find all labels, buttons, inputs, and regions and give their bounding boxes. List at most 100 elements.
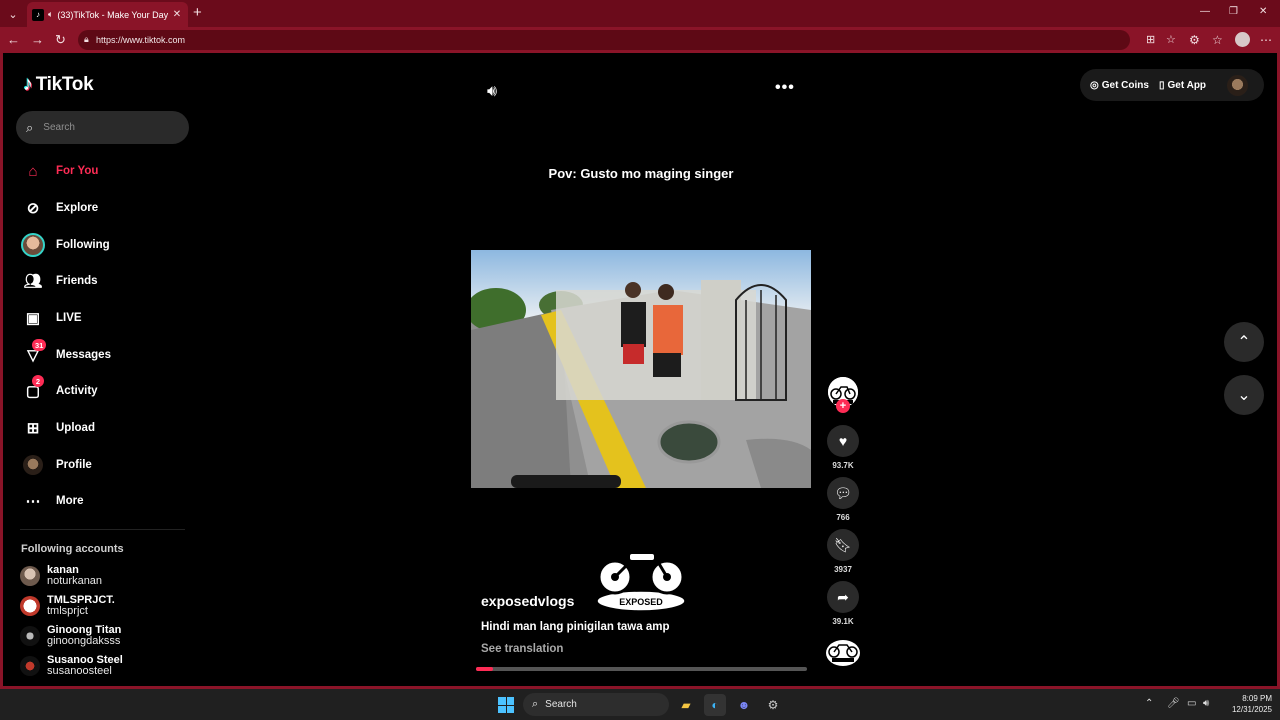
activity-badge: 2 xyxy=(32,375,44,387)
sidebar-item-more[interactable]: ⋯ More xyxy=(20,486,190,516)
video-caption: Pov: Gusto mo maging singer xyxy=(548,166,734,181)
sidebar-item-friends[interactable]: 👥︎ Friends xyxy=(20,266,190,296)
app-icon[interactable]: ⚙ xyxy=(762,694,784,716)
microphone-icon[interactable]: 🎤︎ xyxy=(1167,698,1180,709)
sidebar-item-label: Following xyxy=(56,239,110,251)
system-clock[interactable]: 8:09 PM 12/31/2025 xyxy=(1222,693,1272,715)
url-text: https://www.tiktok.com xyxy=(96,35,186,45)
avatar xyxy=(20,656,40,676)
sidebar-item-label: LIVE xyxy=(56,312,82,324)
video-author[interactable]: exposedvlogs xyxy=(481,593,574,609)
browser-menu-icon[interactable]: ⋯ xyxy=(1260,33,1272,47)
more-options-icon[interactable]: ••• xyxy=(775,79,795,97)
save-count: 3937 xyxy=(834,565,852,574)
browser-profile-avatar[interactable] xyxy=(1235,32,1250,47)
video-progress-bar[interactable] xyxy=(476,667,807,671)
share-icon: ➦ xyxy=(837,588,849,605)
next-video-button[interactable]: ⌄ xyxy=(1224,375,1264,415)
file-explorer-icon[interactable]: ▰ xyxy=(675,694,697,716)
video-player[interactable] xyxy=(471,250,811,488)
friends-icon: 👥︎ xyxy=(23,273,43,290)
back-icon[interactable]: ← xyxy=(7,32,20,48)
taskbar-search[interactable]: ⌕ Search xyxy=(523,693,669,716)
tiktok-favicon-icon: ♪ xyxy=(32,8,44,21)
sidebar-item-live[interactable]: ▣ LIVE xyxy=(20,303,190,333)
forward-icon[interactable]: → xyxy=(31,32,44,48)
get-app-label: Get App xyxy=(1167,79,1207,91)
search-input[interactable] xyxy=(43,122,164,133)
messages-badge: 31 xyxy=(32,339,47,351)
sidebar-item-following[interactable]: Following xyxy=(20,230,190,260)
extensions-icon[interactable]: ⚙ xyxy=(1189,33,1200,47)
search-icon: ⌕ xyxy=(532,698,539,710)
following-account-item[interactable]: Susanoo Steel susanoosteel xyxy=(20,652,190,680)
more-icon: ⋯ xyxy=(25,493,41,510)
coin-icon: ◎ xyxy=(1090,79,1099,91)
account-handle: susanoosteel xyxy=(47,665,112,677)
search-icon[interactable]: ⌕ xyxy=(26,120,33,136)
comment-count: 766 xyxy=(836,513,850,522)
sidebar-item-label: Messages xyxy=(56,349,111,361)
sidebar-item-messages[interactable]: ▽ 31 Messages xyxy=(20,339,190,370)
refresh-icon[interactable]: ↻ xyxy=(55,32,66,48)
volume-icon[interactable]: 🔊︎ xyxy=(487,83,497,101)
volume-tray-icon[interactable]: 🔊︎ xyxy=(1203,698,1209,709)
video-frame xyxy=(471,250,811,488)
browser-tab-bar: ⌄ ♪ 🔈︎ (33)TikTok - Make Your Day ✕ + — … xyxy=(0,0,1280,27)
tiktok-note-icon: ♪ xyxy=(23,73,33,95)
edge-browser-icon[interactable]: ◐ xyxy=(704,694,726,716)
new-tab-icon[interactable]: + xyxy=(193,5,202,21)
following-accounts-title: Following accounts xyxy=(21,543,124,555)
avatar xyxy=(20,566,40,586)
tray-overflow-icon[interactable]: ⌃ xyxy=(1145,698,1153,709)
app-available-icon[interactable]: ⊞ xyxy=(1146,33,1155,46)
url-field[interactable]: 🔒︎ https://www.tiktok.com ⊞ ☆ xyxy=(78,30,1176,50)
following-account-item[interactable]: TMLSPRJCT. tmlsprjct xyxy=(20,592,190,620)
bookmark-star-icon[interactable]: ☆ xyxy=(1166,33,1176,46)
following-account-item[interactable]: kanan noturkanan xyxy=(20,562,190,590)
sidebar-item-upload[interactable]: ⊞ Upload xyxy=(20,413,190,443)
user-avatar[interactable] xyxy=(1227,75,1248,96)
compass-icon: ⊘ xyxy=(26,200,40,217)
search-bar[interactable]: ⌕ xyxy=(16,111,189,144)
sidebar-item-profile[interactable]: Profile xyxy=(20,450,190,480)
avatar xyxy=(20,626,40,646)
lock-icon[interactable]: 🔒︎ xyxy=(84,34,89,45)
like-button[interactable]: ♥ xyxy=(827,425,859,457)
maximize-icon[interactable]: ❐ xyxy=(1229,6,1238,17)
sidebar-item-explore[interactable]: ⊘ Explore xyxy=(20,193,190,223)
browser-tab[interactable]: ♪ 🔈︎ (33)TikTok - Make Your Day ✕ xyxy=(27,2,188,27)
discord-icon[interactable]: ☻ xyxy=(733,694,755,716)
close-window-icon[interactable]: ✕ xyxy=(1259,6,1267,17)
get-coins-button[interactable]: ◎ Get Coins xyxy=(1090,73,1149,97)
save-button[interactable]: 🔖︎ xyxy=(827,529,859,561)
sidebar-item-activity[interactable]: ▢ 2 Activity xyxy=(20,375,190,406)
start-button[interactable] xyxy=(498,697,514,713)
sidebar-item-label: Explore xyxy=(56,202,99,214)
network-icon[interactable]: ▭ xyxy=(1187,698,1196,709)
following-account-item[interactable]: Ginoong Titan ginoongdaksss xyxy=(20,622,190,650)
tiktok-logo[interactable]: ♪ TikTok xyxy=(23,73,94,96)
previous-video-button[interactable]: ⌃ xyxy=(1224,322,1264,362)
favorites-icon[interactable]: ☆ xyxy=(1212,33,1223,47)
address-bar-row: ← → ↻ 🔒︎ https://www.tiktok.com ⊞ ☆ xyxy=(0,27,1280,53)
account-handle: ginoongdaksss xyxy=(47,635,121,647)
logo-lettering: EXPOSED xyxy=(619,597,663,607)
see-translation-link[interactable]: See translation xyxy=(481,643,563,655)
get-app-button[interactable]: ▯ Get App xyxy=(1159,73,1206,97)
speaker-icon[interactable]: 🔈︎ xyxy=(48,9,53,20)
sound-disc-icon[interactable] xyxy=(825,639,861,667)
clock-date: 12/31/2025 xyxy=(1231,705,1272,714)
minimize-icon[interactable]: — xyxy=(1200,6,1210,17)
chevron-down-icon: ⌄ xyxy=(1237,387,1251,404)
sidebar-item-for-you[interactable]: ⌂ For You xyxy=(20,156,190,186)
taskbar-search-label: Search xyxy=(545,699,577,710)
follow-button[interactable]: + xyxy=(836,399,850,413)
tab-title: (33)TikTok - Make Your Day xyxy=(57,9,169,20)
share-button[interactable]: ➦ xyxy=(827,581,859,613)
profile-avatar xyxy=(20,452,46,478)
video-description: Hindi man lang pinigilan tawa amp xyxy=(481,621,670,633)
tab-actions-icon[interactable]: ⌄ xyxy=(4,5,22,23)
close-tab-icon[interactable]: ✕ xyxy=(170,9,184,20)
comment-button[interactable]: 💬︎ xyxy=(827,477,859,509)
